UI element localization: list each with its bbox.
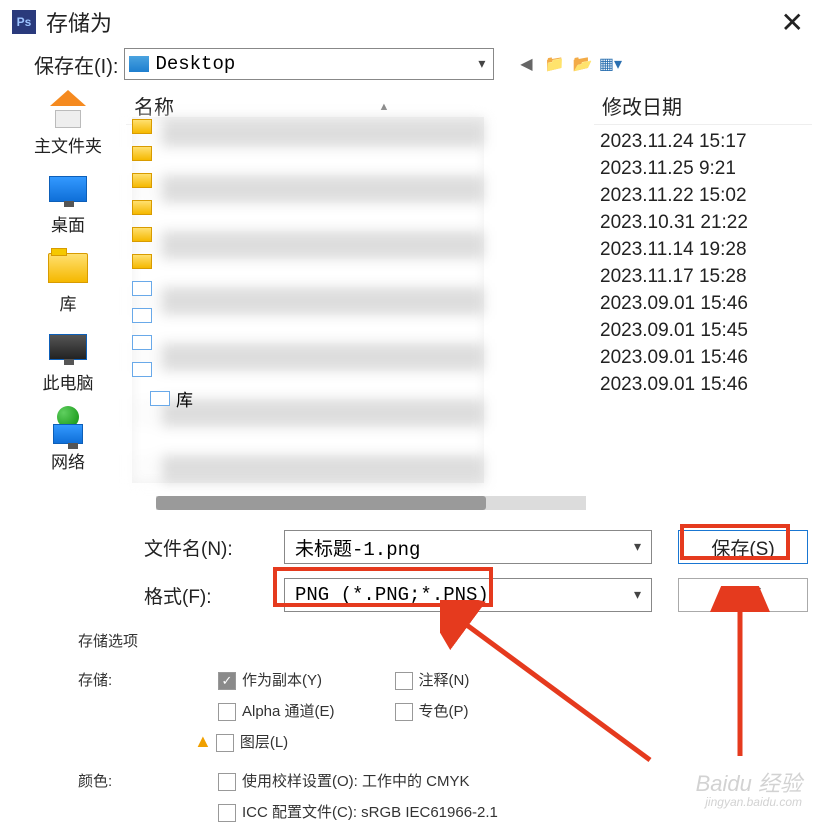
- chevron-down-icon: ▾: [634, 539, 641, 556]
- chevron-down-icon: ▾: [634, 587, 641, 604]
- view-menu-icon[interactable]: ▦▾: [600, 55, 620, 73]
- file-date: 2023.11.24 15:17: [600, 131, 812, 153]
- sidebar-item-label: 主文件夹: [34, 132, 102, 157]
- sidebar-item-thispc[interactable]: 此电脑: [43, 327, 94, 394]
- watermark: Baidu 经验 jingyan.baidu.com: [696, 772, 802, 809]
- cancel-button[interactable]: 取消: [678, 578, 808, 612]
- save-in-label: 保存在(I):: [34, 50, 118, 79]
- sidebar-item-libraries[interactable]: 库: [45, 248, 91, 315]
- sidebar-item-desktop[interactable]: 桌面: [45, 169, 91, 236]
- file-date: 2023.09.01 15:46: [600, 347, 812, 369]
- file-date: 2023.11.14 19:28: [600, 239, 812, 261]
- file-date: 2023.10.31 21:22: [600, 212, 812, 234]
- list-item[interactable]: 库: [150, 386, 193, 411]
- filename-label: 文件名(N):: [144, 534, 284, 561]
- file-list-pane[interactable]: 名称 ▲ 修改日期 2023.11.24 15:17 2023.11.25 9:…: [126, 88, 812, 498]
- up-folder-icon[interactable]: 📁: [544, 55, 564, 73]
- checkbox-spot[interactable]: 专色(P): [395, 700, 470, 721]
- save-in-combo[interactable]: Desktop ▾: [124, 48, 494, 80]
- column-date: 修改日期 2023.11.24 15:17 2023.11.25 9:21 20…: [594, 89, 812, 498]
- places-sidebar: 主文件夹 桌面 库 此电脑 网络: [10, 88, 126, 498]
- horizontal-scrollbar[interactable]: [156, 496, 586, 510]
- column-name[interactable]: 名称 ▲: [126, 89, 594, 498]
- date-list: 2023.11.24 15:17 2023.11.25 9:21 2023.11…: [594, 125, 812, 396]
- checkbox-icc[interactable]: ICC 配置文件(C): sRGB IEC61966-2.1: [218, 801, 498, 822]
- checkbox-proof[interactable]: 使用校样设置(O): 工作中的 CMYK: [218, 770, 498, 791]
- sort-indicator-icon: ▲: [379, 101, 390, 113]
- color-label: 颜色:: [78, 770, 218, 822]
- close-icon[interactable]: ✕: [777, 6, 808, 39]
- filename-input[interactable]: 未标题-1.png ▾: [284, 530, 652, 564]
- sidebar-item-home[interactable]: 主文件夹: [34, 90, 102, 157]
- file-date: 2023.11.25 9:21: [600, 158, 812, 180]
- warning-icon: ▲: [194, 731, 212, 751]
- checkbox-alpha[interactable]: Alpha 通道(E): [218, 700, 335, 721]
- file-date: 2023.11.17 15:28: [600, 266, 812, 288]
- checkbox-layers[interactable]: ▲图层(L): [194, 731, 335, 752]
- photoshop-icon: Ps: [12, 10, 36, 34]
- window-title: 存储为: [46, 6, 112, 38]
- format-label: 格式(F):: [144, 582, 284, 609]
- save-in-value: Desktop: [155, 53, 235, 75]
- save-button[interactable]: 保存(S): [678, 530, 808, 564]
- main-area: 主文件夹 桌面 库 此电脑 网络 名称 ▲: [0, 88, 820, 498]
- file-name: 库: [176, 386, 193, 411]
- shortcut-icon: [150, 391, 170, 406]
- format-combo[interactable]: PNG (*.PNG;*.PNS) ▾: [284, 578, 652, 612]
- save-in-row: 保存在(I): Desktop ▾ ◀ 📁 📂 ▦▾: [0, 44, 820, 88]
- desktop-icon: [129, 56, 149, 72]
- file-date: 2023.11.22 15:02: [600, 185, 812, 207]
- column-date-header[interactable]: 修改日期: [594, 89, 812, 125]
- chevron-down-icon: ▾: [474, 56, 489, 73]
- filename-value: 未标题-1.png: [295, 534, 420, 561]
- sidebar-item-label: 此电脑: [43, 369, 94, 394]
- options-legend: 存储选项: [78, 630, 810, 651]
- file-date: 2023.09.01 15:46: [600, 293, 812, 315]
- file-date: 2023.09.01 15:45: [600, 320, 812, 342]
- format-value: PNG (*.PNG;*.PNS): [295, 584, 489, 606]
- censored-file-names: [132, 117, 484, 483]
- nav-toolbar: ◀ 📁 📂 ▦▾: [516, 55, 620, 73]
- file-date: 2023.09.01 15:46: [600, 374, 812, 396]
- checkbox-ascopy[interactable]: ✓作为副本(Y): [218, 669, 335, 690]
- sidebar-item-label: 库: [60, 290, 77, 315]
- sidebar-item-label: 网络: [51, 448, 85, 473]
- sidebar-item-label: 桌面: [51, 211, 85, 236]
- sidebar-item-network[interactable]: 网络: [45, 406, 91, 473]
- title-bar: Ps 存储为 ✕: [0, 0, 820, 44]
- file-icons-column: [132, 119, 152, 377]
- new-folder-icon[interactable]: 📂: [572, 55, 592, 73]
- back-icon[interactable]: ◀: [516, 55, 536, 73]
- checkbox-annot[interactable]: 注释(N): [395, 669, 470, 690]
